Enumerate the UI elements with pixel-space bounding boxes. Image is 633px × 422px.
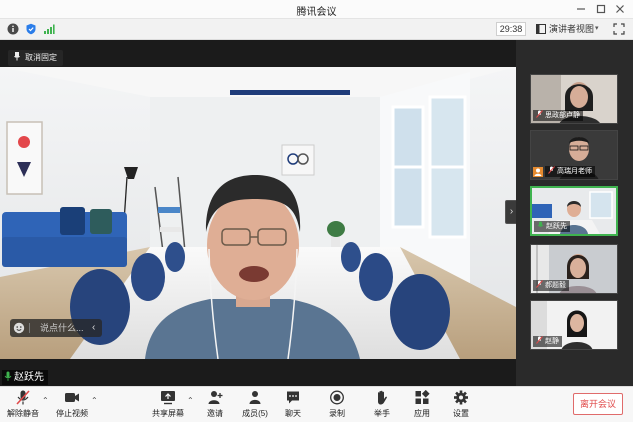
shield-icon[interactable] — [25, 23, 37, 35]
minimize-icon — [577, 8, 585, 10]
participant-tile[interactable]: 高瑞月老师 — [530, 130, 618, 180]
unmute-button[interactable]: 解除静音 — [4, 390, 42, 420]
apps-button[interactable]: 应用 — [410, 390, 434, 420]
members-button[interactable]: 成员(5) — [240, 390, 270, 420]
title-bar: 腾讯会议 — [0, 0, 633, 19]
participant-name: 赵静 — [533, 336, 562, 347]
view-mode-label: 演讲者视图 — [549, 24, 595, 34]
close-icon — [616, 5, 624, 13]
maximize-icon — [596, 4, 606, 14]
chevron-up-icon[interactable]: ⌃ — [42, 396, 49, 405]
members-icon — [249, 391, 261, 404]
minimize-button[interactable] — [574, 2, 588, 16]
leave-meeting-button[interactable]: 离开会议 — [573, 393, 623, 415]
participant-tile-active[interactable]: 赵跃先 — [530, 186, 618, 236]
unpin-button[interactable]: 取消固定 — [8, 50, 63, 66]
chevron-right-icon: › — [509, 206, 514, 217]
participant-gallery: 思政部卢静 高瑞月老师 赵跃先 郝题毅 赵静 — [516, 40, 633, 386]
record-icon — [330, 390, 344, 405]
meeting-toolbar: 解除静音 ⌃ 停止视频 ⌃ 共享屏幕 ⌃ 邀请 成员(5) 聊天 录制 举手 应… — [0, 386, 633, 422]
unpin-label: 取消固定 — [25, 53, 57, 62]
mic-muted-icon — [536, 110, 543, 118]
invite-icon — [208, 391, 223, 404]
collapse-gallery-button[interactable]: › — [505, 200, 516, 224]
meeting-room-background — [0, 67, 516, 359]
stop-video-button[interactable]: 停止视频 — [55, 390, 89, 420]
camera-icon — [65, 393, 79, 402]
share-screen-icon — [161, 391, 175, 405]
pin-icon — [14, 52, 20, 61]
quick-chat-input[interactable]: 说点什么... ‹ — [10, 319, 102, 337]
close-button[interactable] — [613, 2, 627, 16]
signal-icon[interactable] — [43, 23, 55, 35]
chat-placeholder: 说点什么... — [40, 323, 84, 333]
speaker-video — [0, 67, 516, 359]
participant-name: 郝题毅 — [533, 280, 569, 291]
meeting-timer: 29:38 — [496, 22, 526, 36]
speaker-name-text: 赵跃先 — [14, 372, 44, 383]
info-icon[interactable] — [7, 23, 19, 35]
emoji-icon[interactable] — [13, 322, 25, 334]
fullscreen-icon[interactable] — [613, 23, 625, 35]
chevron-left-icon[interactable]: ‹ — [92, 319, 95, 337]
active-speaker-name: 赵跃先 — [2, 370, 48, 385]
participant-name: 思政部卢静 — [533, 110, 583, 121]
hand-icon — [378, 390, 387, 405]
chevron-down-icon: ▾ — [595, 25, 599, 32]
mic-icon — [537, 221, 544, 227]
chevron-up-icon[interactable]: ⌃ — [187, 396, 194, 405]
mic-muted-icon — [536, 280, 543, 288]
chat-button[interactable]: 聊天 — [281, 390, 305, 420]
settings-button[interactable]: 设置 — [449, 390, 473, 420]
mic-muted-icon — [536, 336, 543, 344]
chevron-up-icon[interactable]: ⌃ — [91, 396, 98, 405]
invite-button[interactable]: 邀请 — [203, 390, 227, 420]
participant-name: 赵跃先 — [534, 221, 570, 232]
record-button[interactable]: 录制 — [325, 390, 349, 420]
window-title: 腾讯会议 — [296, 7, 337, 18]
raise-hand-button[interactable]: 举手 — [370, 390, 394, 420]
mic-muted-icon — [548, 166, 555, 174]
share-screen-button[interactable]: 共享屏幕 — [151, 390, 185, 420]
participant-name: 高瑞月老师 — [545, 166, 595, 177]
speaker-view-icon — [536, 24, 546, 34]
mic-icon — [4, 371, 12, 381]
participant-tile[interactable]: 赵静 — [530, 300, 618, 350]
chat-icon — [287, 391, 299, 404]
view-mode-dropdown[interactable]: 演讲者视图 ▾ — [533, 22, 606, 36]
chat-divider — [29, 323, 30, 333]
maximize-button[interactable] — [594, 2, 608, 16]
apps-icon — [415, 390, 430, 404]
participant-tile[interactable]: 思政部卢静 — [530, 74, 618, 124]
mic-muted-icon — [16, 390, 30, 405]
participant-tile[interactable]: 郝题毅 — [530, 244, 618, 294]
gear-icon — [454, 390, 468, 405]
main-video-stage: 取消固定 说点什么... ‹ 赵跃先 › — [0, 40, 516, 386]
meeting-info-bar: 29:38 演讲者视图 ▾ — [0, 19, 633, 40]
